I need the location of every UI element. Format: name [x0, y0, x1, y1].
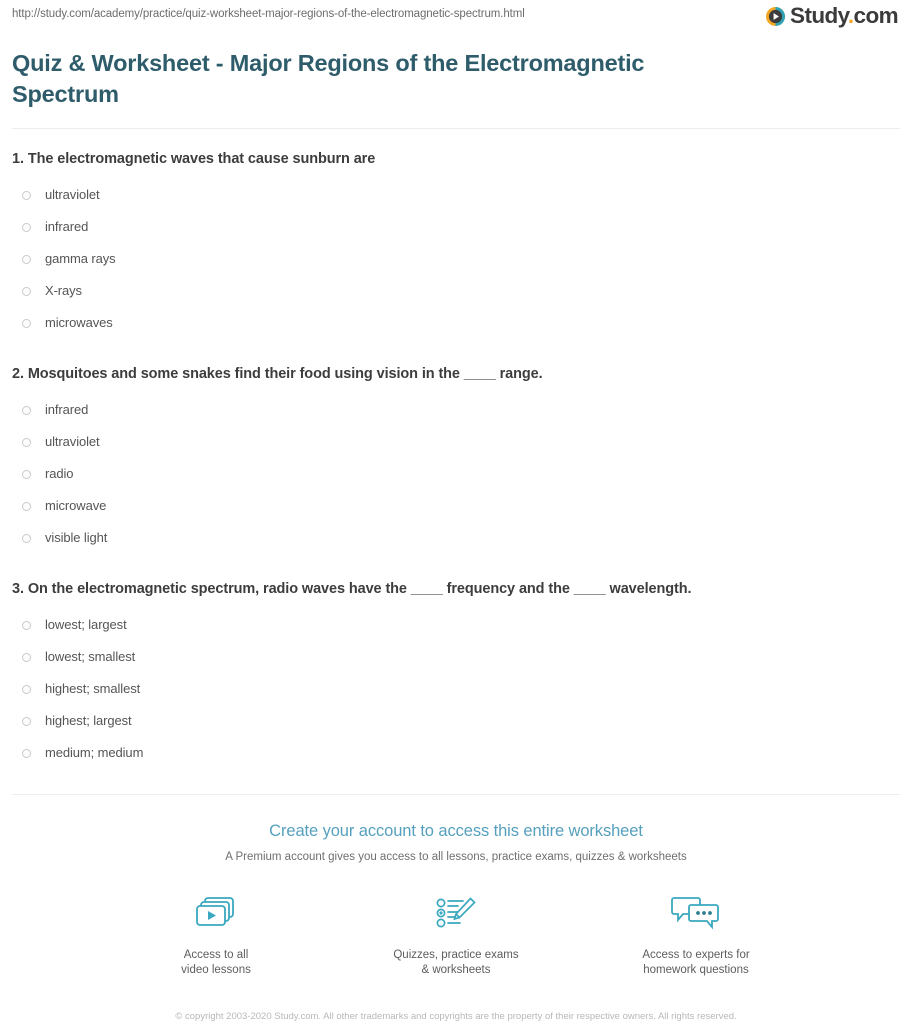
radio-button-icon[interactable]: [22, 748, 31, 758]
copyright-notice: © copyright 2003-2020 Study.com. All oth…: [175, 1011, 737, 1022]
perk-item-experts: Access to experts for homework questions: [621, 891, 771, 978]
logo-wordmark: Study.com: [790, 3, 899, 28]
perk-label: Quizzes, practice exams & worksheets: [393, 949, 519, 976]
question-list: 1. The electromagnetic waves that cause …: [12, 129, 900, 769]
checklist-pencil-icon: [432, 891, 480, 937]
radio-button-icon[interactable]: [22, 222, 31, 232]
option-row[interactable]: gamma rays: [12, 243, 900, 275]
radio-button-icon[interactable]: [22, 318, 31, 328]
page-url: http://study.com/academy/practice/quiz-w…: [12, 8, 525, 20]
option-label: highest; smallest: [45, 681, 141, 696]
perk-item-quizzes: Quizzes, practice exams & worksheets: [381, 891, 531, 978]
option-row[interactable]: highest; smallest: [12, 673, 900, 705]
radio-button-icon[interactable]: [22, 716, 31, 726]
option-label: infrared: [45, 219, 89, 234]
radio-button-icon[interactable]: [22, 405, 31, 415]
radio-button-icon[interactable]: [22, 286, 31, 296]
logo-name: Study: [790, 3, 848, 28]
option-row[interactable]: ultraviolet: [12, 179, 900, 211]
option-row[interactable]: medium; medium: [12, 737, 900, 769]
option-label: microwaves: [45, 315, 113, 330]
question-text: 3. On the electromagnetic spectrum, radi…: [12, 581, 692, 597]
option-list: infrared ultraviolet radio microwave vis…: [12, 394, 900, 554]
option-label: microwave: [45, 498, 107, 513]
option-row[interactable]: lowest; smallest: [12, 641, 900, 673]
option-label: ultraviolet: [45, 187, 100, 202]
play-circle-icon: [765, 6, 786, 27]
worksheet-page: http://study.com/academy/practice/quiz-w…: [0, 0, 912, 1024]
perk-list: Access to all video lessons Quizzes, pra…: [12, 891, 900, 978]
radio-button-icon[interactable]: [22, 254, 31, 264]
radio-button-icon[interactable]: [22, 652, 31, 662]
option-list: ultraviolet infrared gamma rays X-rays m…: [12, 179, 900, 339]
option-row[interactable]: ultraviolet: [12, 426, 900, 458]
question-item: 3. On the electromagnetic spectrum, radi…: [12, 579, 900, 769]
option-row[interactable]: infrared: [12, 211, 900, 243]
option-row[interactable]: microwaves: [12, 307, 900, 339]
option-row[interactable]: radio: [12, 458, 900, 490]
option-label: ultraviolet: [45, 434, 100, 449]
option-row[interactable]: infrared: [12, 394, 900, 426]
radio-button-icon[interactable]: [22, 190, 31, 200]
option-label: infrared: [45, 402, 89, 417]
question-item: 1. The electromagnetic waves that cause …: [12, 149, 900, 339]
option-row[interactable]: visible light: [12, 522, 900, 554]
option-label: X-rays: [45, 283, 82, 298]
option-label: lowest; smallest: [45, 649, 136, 664]
option-row[interactable]: microwave: [12, 490, 900, 522]
option-row[interactable]: X-rays: [12, 275, 900, 307]
study-com-logo[interactable]: Study.com: [765, 3, 900, 28]
option-label: lowest; largest: [45, 617, 127, 632]
radio-button-icon[interactable]: [22, 533, 31, 543]
radio-button-icon[interactable]: [22, 469, 31, 479]
create-account-link[interactable]: Create your account to access this entir…: [12, 820, 900, 842]
radio-button-icon[interactable]: [22, 437, 31, 447]
print-header: http://study.com/academy/practice/quiz-w…: [12, 0, 900, 34]
option-label: highest; largest: [45, 713, 132, 728]
option-label: radio: [45, 466, 74, 481]
video-play-icon: [192, 891, 240, 937]
option-label: gamma rays: [45, 251, 116, 266]
question-text: 2. Mosquitoes and some snakes find their…: [12, 366, 543, 382]
logo-tld: com: [853, 3, 899, 28]
radio-button-icon[interactable]: [22, 501, 31, 511]
option-label: visible light: [45, 530, 108, 545]
perk-item-video-lessons: Access to all video lessons: [141, 891, 291, 978]
chat-bubbles-icon: [670, 891, 722, 937]
page-title: Quiz & Worksheet - Major Regions of the …: [12, 50, 645, 107]
question-text: 1. The electromagnetic waves that cause …: [12, 151, 376, 167]
option-label: medium; medium: [45, 745, 144, 760]
upsell-footer: Create your account to access this entir…: [12, 795, 900, 1023]
premium-subhead: A Premium account gives you access to al…: [225, 851, 687, 863]
question-item: 2. Mosquitoes and some snakes find their…: [12, 364, 900, 554]
option-list: lowest; largest lowest; smallest highest…: [12, 609, 900, 769]
radio-button-icon[interactable]: [22, 620, 31, 630]
perk-label: Access to experts for homework questions: [642, 949, 750, 976]
radio-button-icon[interactable]: [22, 684, 31, 694]
option-row[interactable]: lowest; largest: [12, 609, 900, 641]
option-row[interactable]: highest; largest: [12, 705, 900, 737]
perk-label: Access to all video lessons: [181, 949, 251, 976]
